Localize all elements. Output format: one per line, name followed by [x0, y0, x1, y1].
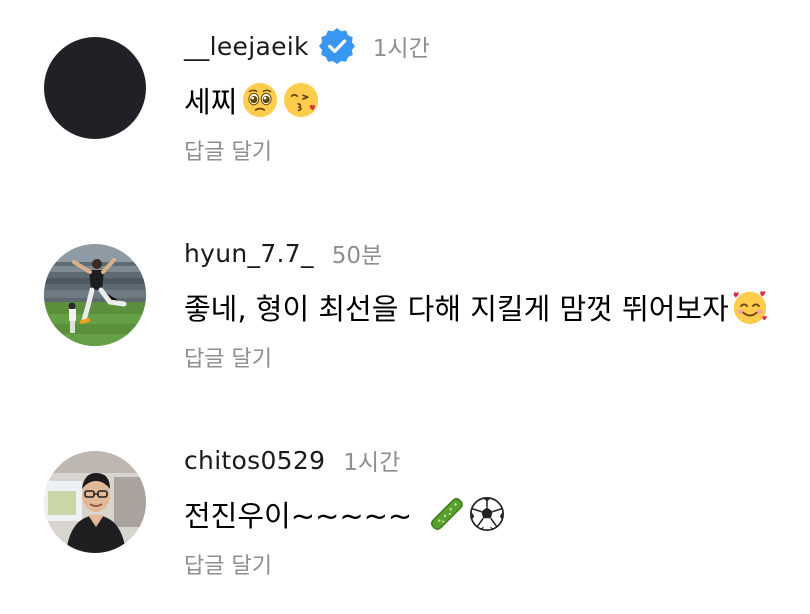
- smiling-face-with-hearts-icon: [731, 288, 769, 326]
- comment-header: chitos0529 1시간: [184, 442, 400, 478]
- comment-header: __leejaeik 1시간: [184, 28, 430, 64]
- comment-item: __leejaeik 1시간 세찌 답글 달기: [0, 0, 810, 200]
- comment-item: hyun_7.7_ 50분 좋네, 형이 최선을 다해 지킬게 맘껏 뛰어보자 …: [0, 207, 810, 407]
- reply-button[interactable]: 답글 달기: [184, 341, 272, 373]
- pleading-face-icon: [241, 81, 279, 119]
- username[interactable]: __leejaeik: [184, 32, 309, 61]
- reply-button[interactable]: 답글 달기: [184, 134, 272, 166]
- comment-text: 세찌: [184, 78, 321, 122]
- username[interactable]: hyun_7.7_: [184, 239, 314, 268]
- timestamp: 50분: [331, 243, 383, 269]
- comment-text: 전진우이~~~~~: [184, 492, 506, 536]
- username[interactable]: chitos0529: [184, 446, 325, 475]
- avatar[interactable]: [44, 451, 146, 553]
- cucumber-icon: [426, 495, 464, 533]
- comment-header: hyun_7.7_ 50분: [184, 235, 382, 271]
- comment-text: 좋네, 형이 최선을 다해 지킬게 맘껏 뛰어보자: [184, 285, 769, 329]
- avatar[interactable]: [44, 244, 146, 346]
- comment-text-content: 전진우이~~~~~: [184, 499, 413, 533]
- comment-text-content: 세찌: [184, 85, 238, 119]
- avatar[interactable]: [44, 37, 146, 139]
- reply-button[interactable]: 답글 달기: [184, 548, 272, 580]
- comment-text-content: 좋네, 형이 최선을 다해 지킬게 맘껏 뛰어보자: [184, 292, 729, 326]
- face-blowing-kiss-icon: [283, 81, 321, 119]
- timestamp: 1시간: [343, 450, 401, 476]
- timestamp: 1시간: [372, 36, 430, 62]
- soccer-ball-icon: [468, 495, 506, 533]
- comment-item: chitos0529 1시간 전진우이~~~~~ 답글 달기: [0, 414, 810, 614]
- verified-badge-icon: [318, 28, 355, 64]
